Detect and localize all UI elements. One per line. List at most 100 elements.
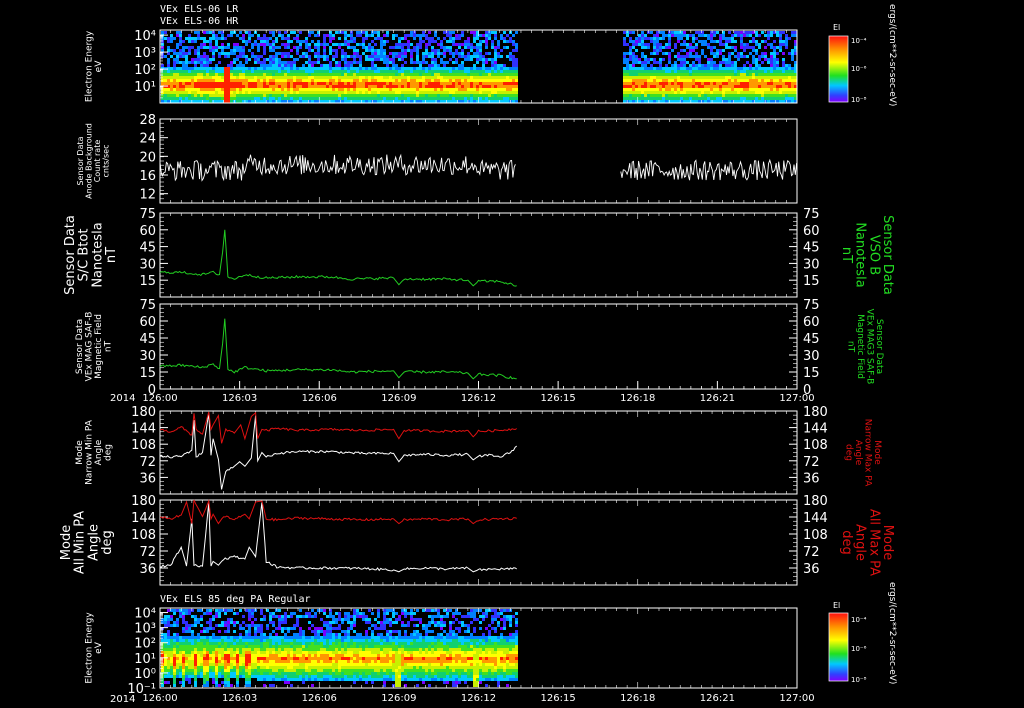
spec2-ylabel-line-1: eV [94,641,104,654]
colorbar-bottom-unit: ergs/(cm**2-sr-sec-eV) [887,582,897,684]
all-pa-ytick-right-label-3: 72 [803,545,820,560]
narrow-pa-ytick-label-4: 36 [139,471,156,486]
spec2-heatmap-cells [161,609,518,687]
bsaf-xtick-label-1: 126:03 [222,393,257,404]
spec2-xtick-label-5: 126:15 [541,693,576,704]
all-pa-ylabel-line-3: deg [100,530,115,555]
colorbar-bottom-tick-2: 10⁻⁶ [851,645,867,653]
saf-b-panel: 75 7560 6045 4530 3015 150 0Sensor Data VEx MAG… [75,298,884,404]
colorbar-top-gradient [828,35,849,103]
bsaf-ytick-right-label-3: 30 [803,349,820,364]
narrow-pa-ytick-label-0: 180 [131,405,156,420]
bsaf-right-label-line-3: nT [846,341,856,353]
spec2-title: VEx ELS 85 deg PA Regular [160,594,311,605]
spec1-ytick-label-1: 10³ [134,46,156,61]
bsaf-xtick-label-6: 126:18 [620,393,655,404]
spec1-ytick-label-3: 10¹ [134,80,156,95]
all-pa-ytick-label-0: 180 [131,494,156,509]
bsaf-ylabel-line-3: nT [103,340,113,352]
header-line-2: VEx ELS-06 HR [160,16,239,27]
spec2-ylabel: Electron Energy eV [84,612,103,684]
colorbar-bottom-tick-3: 10⁻⁸ [851,676,867,684]
narrow-pa-ytick-label-3: 72 [139,455,156,470]
colorbar-top-tick-1: 10⁻⁴ [851,37,867,45]
bkg-ytick-label-2: 20 [139,150,156,165]
spec2-ytick-label-2: 10² [134,637,156,652]
btot-ytick-label-1: 60 [139,224,156,239]
btot-ytick-label-3: 30 [139,257,156,272]
bsaf-xtick-label-0: 126:00 [142,393,177,404]
btot-right-label-line-3: nT [839,247,854,263]
btot-frame [159,212,798,298]
all-pa-ylabel: ModeAll Min PAAngledeg [59,511,115,574]
colorbar-bottom-tick-1: 10⁻⁴ [851,616,867,624]
multi-panel-figure: VEx ELS-06 LR VEx ELS-06 HR 10⁴10³10²10¹… [59,4,897,705]
bsaf-ytick-label-1: 60 [139,315,156,330]
year-label-bottom: 2014 [110,694,135,705]
spec2-xtick-label-7: 126:21 [700,693,735,704]
btot-ylabel-line-3: nT [104,247,119,263]
btot-ytick-right-label-3: 30 [803,257,820,272]
btot-ytick-label-4: 15 [139,274,156,289]
btot-minor-ticks [160,216,797,294]
btot-ytick-label-2: 45 [139,241,156,256]
bsaf-ytick-right-label-4: 15 [803,366,820,381]
all-pa-ytick-right-label-2: 108 [803,528,828,543]
btot-panel: 75 7560 6045 4530 3015 15Sensor DataS/C BtotN… [63,207,895,298]
btot-ytick-label-0: 75 [139,207,156,222]
bkg-series-segment-0 [159,153,516,182]
narrow-pa-ylabel-line-3: deg [103,444,113,461]
narrow-pa-ytick-right-label-0: 180 [803,405,828,420]
btot-ylabel: Sensor DataS/C BtotNanoteslanT [63,215,119,295]
narrow-pa-ytick-right-label-4: 36 [803,471,820,486]
header-line-1: VEx ELS-06 LR [160,4,239,15]
bsaf-ytick-label-0: 75 [139,298,156,313]
spec2-xtick-label-0: 126:00 [142,693,177,704]
all-pa-ytick-label-2: 108 [131,528,156,543]
all-pa-right-label-line-3: deg [839,530,854,555]
bkg-minor-ticks [160,122,164,200]
narrow-pa-ytick-right-label-1: 144 [803,422,828,437]
spec2-ytick-label-4: 10⁰ [134,667,156,682]
narrow-pa-right-label: ModeNarrow Max PAAngledeg [844,419,882,487]
all-pa-series-min [159,502,517,573]
spec2-xtick-label-2: 126:06 [302,693,337,704]
bkg-ytick-label-0: 28 [139,113,156,128]
bsaf-frame [159,303,798,390]
narrow-pa-ylabel: Mode Narrow Min PA Angle deg [75,419,113,485]
narrow-pa-minor-ticks [160,414,797,491]
btot-ytick-right-label-4: 15 [803,274,820,289]
spec2-ytick-label-1: 10³ [134,622,156,637]
pa85-spectrogram-panel: 10⁴10³10²10¹10⁰10⁻¹Electron Energy eV126:… [84,607,814,704]
all-pa-right-label: ModeAll Max PAAngledeg [839,509,895,576]
bkg-ytick-label-1: 24 [139,132,156,147]
all-pa-ytick-right-label-1: 144 [803,511,828,526]
btot-right-label: Sensor DataVSO BNanoteslanT [839,215,895,295]
all-pa-ytick-label-4: 36 [139,562,156,577]
bsaf-ytick-label-4: 15 [139,366,156,381]
colorbar-bottom-label: El [833,601,840,610]
colorbar-top-label: El [833,23,840,32]
bkg-ylabel-line-3: cnts/sec [101,145,110,178]
bkg-series-segment-1 [620,158,798,181]
bsaf-ytick-right-label-0: 75 [803,298,820,313]
narrow-pa-ytick-label-1: 144 [131,422,156,437]
year-label-top: 2014 [110,393,135,404]
all-pa-ytick-right-label-4: 36 [803,562,820,577]
spec1-ytick-label-2: 10² [134,63,156,78]
bsaf-xtick-label-4: 126:12 [461,393,496,404]
bsaf-ytick-right-label-1: 60 [803,315,820,330]
colorbar-top: El 10⁻⁴ 10⁻⁶ 10⁻⁸ ergs/(cm**2-sr-sec-eV) [828,4,897,106]
narrow-pa-ytick-right-label-2: 108 [803,438,828,453]
bsaf-ytick-right-label-2: 45 [803,332,820,347]
btot-series [159,229,517,287]
all-pa-ytick-label-1: 144 [131,511,156,526]
btot-ytick-right-label-0: 75 [803,207,820,222]
bsaf-right-label: Sensor DataVEx MAG3 SAF-BMagnetic Fieldn… [846,309,884,385]
all-pa-ytick-label-3: 72 [139,545,156,560]
btot-ytick-right-label-2: 45 [803,241,820,256]
spec2-ytick-label-3: 10¹ [134,652,156,667]
colorbar-bottom: El 10⁻⁴ 10⁻⁶ 10⁻⁸ ergs/(cm**2-sr-sec-eV) [828,582,897,684]
btot-ytick-right-label-1: 60 [803,224,820,239]
spec1-ytick-label-0: 10⁴ [134,29,156,44]
